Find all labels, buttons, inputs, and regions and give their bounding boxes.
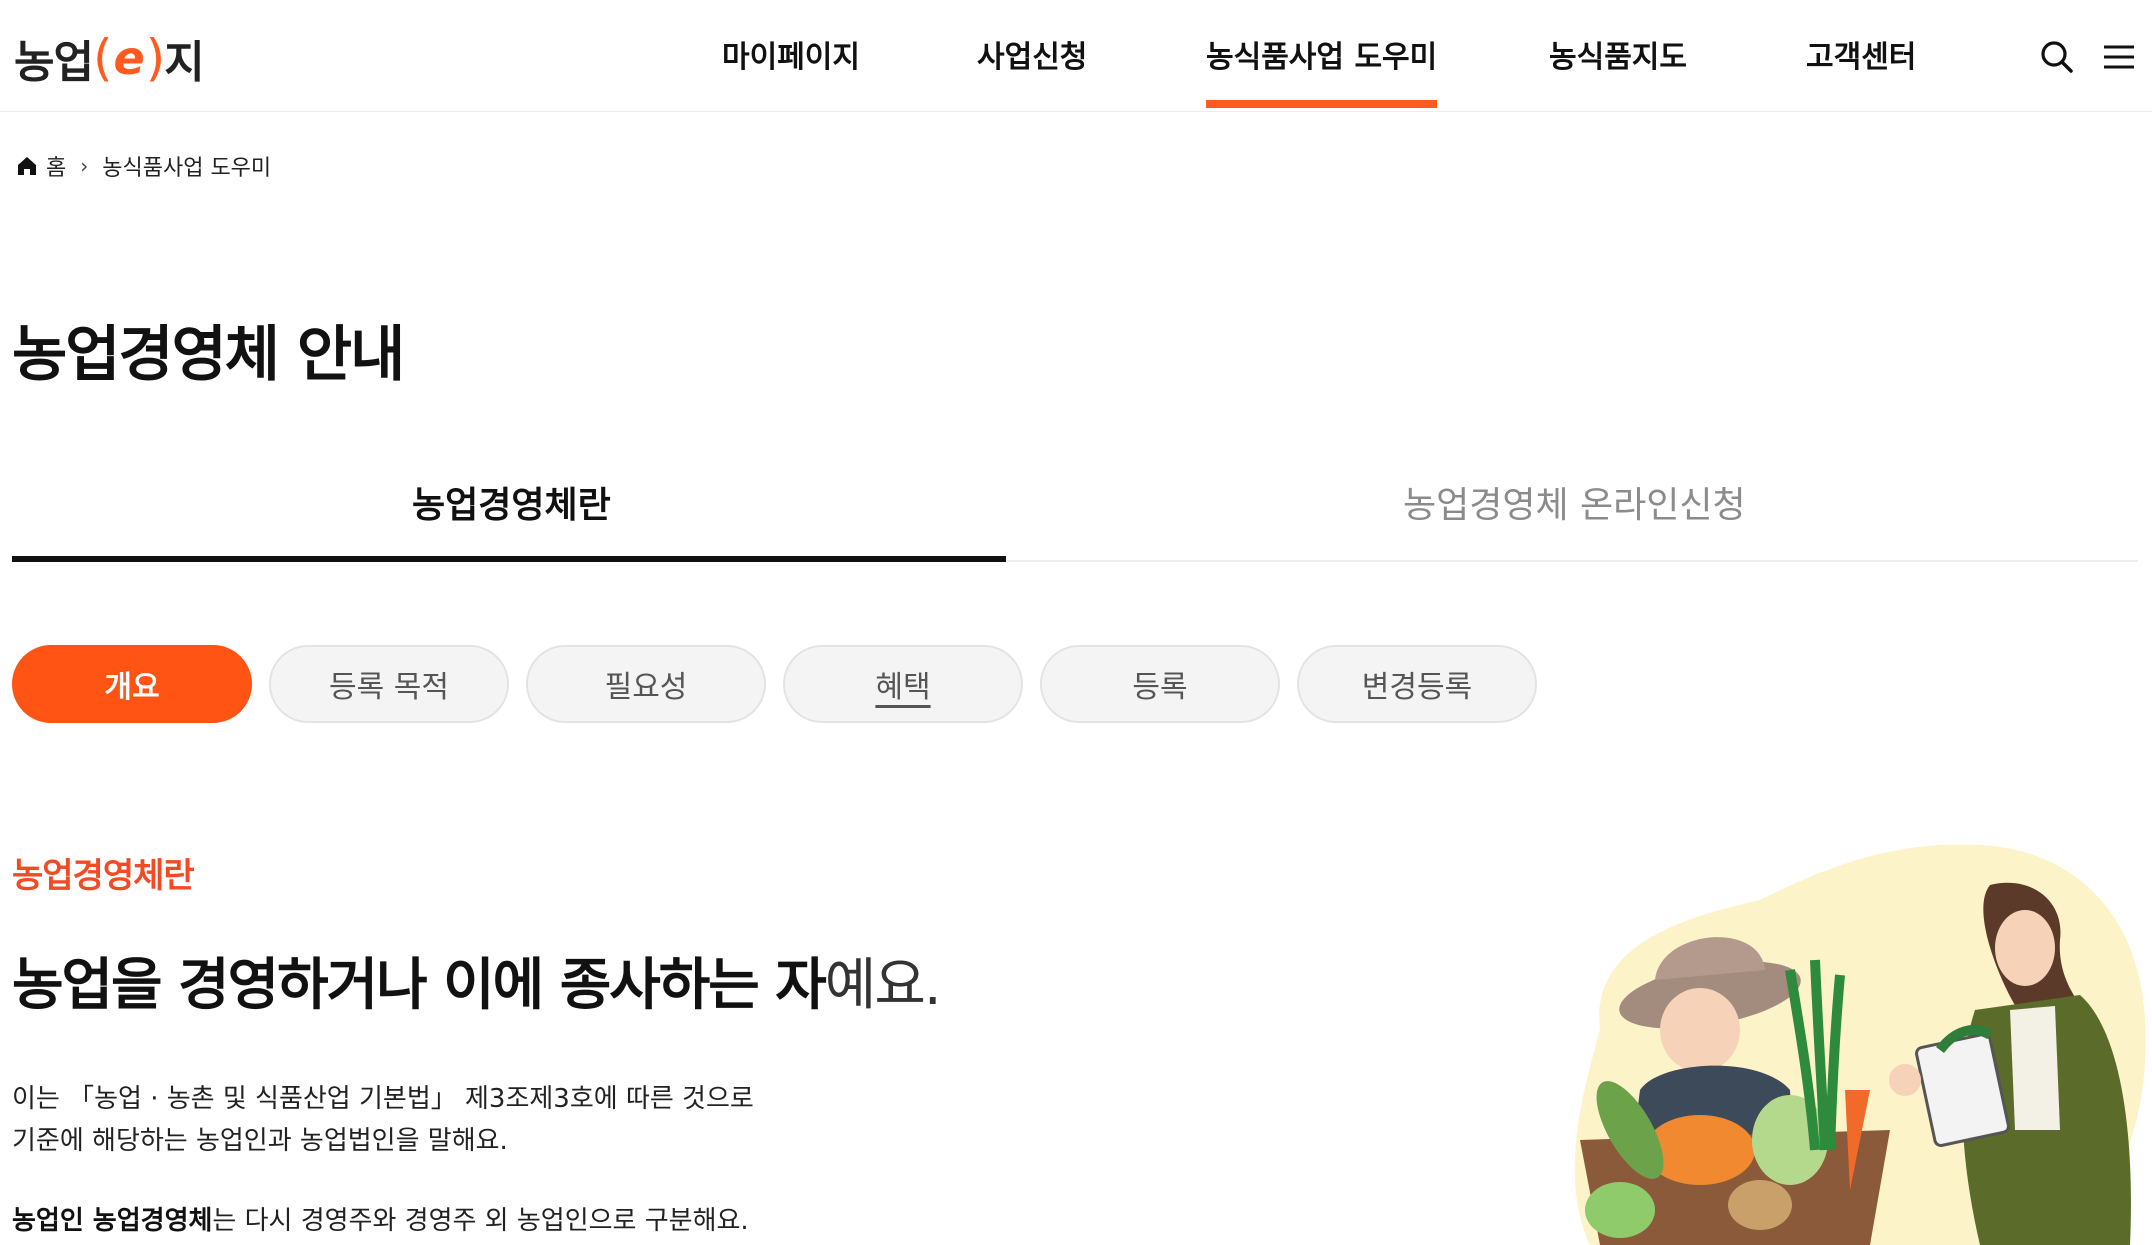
paragraph-2: 농업인 농업경영체는 다시 경영주와 경영주 외 농업인으로 구분해요. [12,1200,749,1237]
pill-label: 필요성 [604,670,688,705]
home-icon[interactable] [16,155,38,177]
nav-item-apply[interactable]: 사업신청 [977,32,1087,76]
consultant-shirt [2010,1006,2060,1130]
breadcrumb-home[interactable]: 홈 [46,150,66,182]
pill-label: 개요 [104,670,160,705]
pill-purpose[interactable]: 등록 목적 [269,645,509,723]
pill-label: 등록 [1132,670,1188,705]
menu-icon[interactable] [2102,40,2136,74]
consultant-hand [1889,1064,1921,1096]
paragraph-2-bold: 농업인 농업경영체 [12,1206,213,1236]
tab-online-apply[interactable]: 농업경영체 온라인신청 [1403,476,1746,528]
consultant-face [1995,910,2055,986]
pill-label: 혜택 [875,670,931,705]
tab-bar: 농업경영체란 농업경영체 온라인신청 [12,440,2138,562]
site-header: 농업 ( e ) 지 마이페이지 사업신청 농식품사업 도우미 농식품지도 고객… [0,0,2152,112]
paragraph-2-rest: 는 다시 경영주와 경영주 외 농업인으로 구분해요. [212,1206,749,1236]
nav-item-helper[interactable]: 농식품사업 도우미 [1206,32,1438,108]
active-tab-indicator [12,556,1006,562]
paragraph-line-1: 이는 「농업 · 농촌 및 식품산업 기본법」 제3조제3호에 따른 것으로 [12,1084,754,1114]
pill-change-register[interactable]: 변경등록 [1297,645,1537,723]
pill-register[interactable]: 등록 [1040,645,1280,723]
nav-item-support[interactable]: 고객센터 [1806,32,1916,76]
chevron-right-icon: › [80,154,89,178]
pill-label: 변경등록 [1361,670,1473,705]
page-title: 농업경영체 안내 [12,320,405,390]
lettuce [1585,1182,1655,1238]
nav-item-mypage[interactable]: 마이페이지 [722,32,860,76]
headline-light: 예요. [824,953,942,1018]
pill-label: 등록 목적 [329,670,449,705]
search-icon[interactable] [2040,40,2074,74]
breadcrumb-current[interactable]: 농식품사업 도우미 [102,150,271,182]
paragraph-line-2: 기준에 해당하는 농업인과 농업법인을 말해요. [12,1126,508,1156]
headline-bold: 농업을 경영하거나 이에 종사하는 자 [12,953,827,1018]
section-label: 농업경영체란 [12,856,195,896]
pill-overview[interactable]: 개요 [12,645,252,723]
headline: 농업을 경영하거나 이에 종사하는 자예요. [12,940,942,1021]
breadcrumb: 홈 › 농식품사업 도우미 [16,150,271,182]
nav-item-map[interactable]: 농식품지도 [1549,32,1687,76]
pill-benefits[interactable]: 혜택 [783,645,1023,723]
pill-necessity[interactable]: 필요성 [526,645,766,723]
tab-about[interactable]: 농업경영체란 [412,476,611,528]
farmer-consultant-illustration [1574,844,2146,1245]
farmer-face [1660,988,1740,1072]
potato [1728,1180,1792,1230]
main-nav: 마이페이지 사업신청 농식품사업 도우미 농식품지도 고객센터 [0,0,2152,112]
